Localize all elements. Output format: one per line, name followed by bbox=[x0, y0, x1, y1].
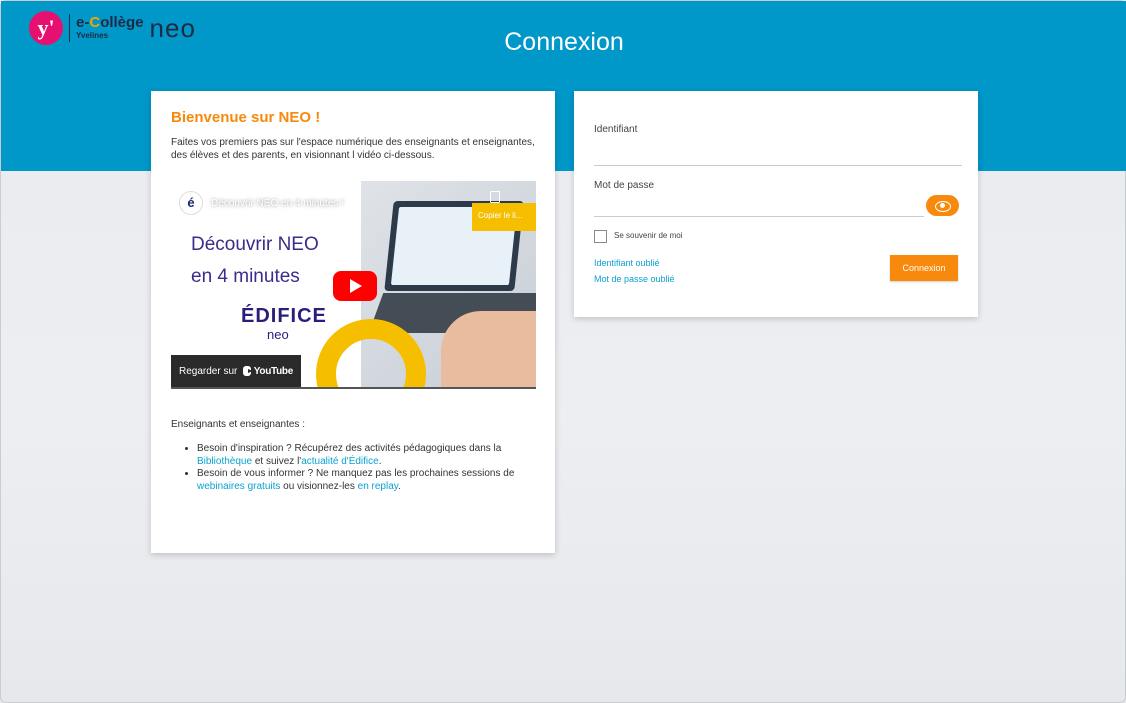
welcome-title: Bienvenue sur NEO ! bbox=[171, 109, 321, 126]
edifice-news-link[interactable]: actualité d'Édifice bbox=[301, 456, 379, 467]
resources-list: Besoin d'inspiration ? Récupérez des act… bbox=[197, 443, 535, 493]
identifier-label: Identifiant bbox=[594, 124, 638, 135]
video-headline-line2: en 4 minutes bbox=[191, 266, 300, 287]
youtube-icon bbox=[243, 366, 254, 376]
login-card: Identifiant Mot de passe Se souvenir de … bbox=[574, 91, 978, 317]
audience-heading: Enseignants et enseignantes : bbox=[171, 419, 305, 430]
free-webinars-link[interactable]: webinaires gratuits bbox=[197, 481, 280, 492]
password-input[interactable] bbox=[594, 196, 919, 214]
copy-link-button[interactable]: Copier le li... bbox=[472, 203, 536, 231]
forgot-password-link[interactable]: Mot de passe oublié bbox=[594, 274, 675, 284]
login-button[interactable]: Connexion bbox=[890, 255, 958, 281]
copy-link-icon[interactable] bbox=[490, 191, 500, 203]
list-item: Besoin d'inspiration ? Récupérez des act… bbox=[197, 443, 535, 468]
password-label: Mot de passe bbox=[594, 180, 655, 191]
video-headline-line1: Découvrir NEO bbox=[191, 234, 319, 255]
identifier-input[interactable] bbox=[594, 145, 954, 163]
welcome-card: Bienvenue sur NEO ! Faites vos premiers … bbox=[151, 91, 555, 553]
welcome-intro: Faites vos premiers pas sur l'espace num… bbox=[171, 137, 535, 161]
remember-me-label[interactable]: Se souvenir de moi bbox=[614, 231, 682, 240]
watch-on-youtube-button[interactable]: Regarder sur YouTube bbox=[171, 355, 301, 387]
show-password-eye-icon[interactable] bbox=[926, 195, 959, 216]
identifier-underline bbox=[594, 165, 962, 166]
video-header: é Découvrir NEO en 4 minutes ! bbox=[179, 191, 344, 215]
replay-link[interactable]: en replay bbox=[358, 481, 398, 492]
edifice-neo-logo: neo bbox=[267, 327, 289, 342]
hand-image bbox=[441, 311, 536, 387]
video-player[interactable]: Copier le li... é Découvrir NEO en 4 min… bbox=[171, 181, 536, 389]
list-item: Besoin de vous informer ? Ne manquez pas… bbox=[197, 468, 535, 493]
remember-me-checkbox[interactable] bbox=[594, 230, 607, 243]
library-link[interactable]: Bibliothèque bbox=[197, 456, 252, 467]
watch-on-label: Regarder sur bbox=[179, 365, 238, 377]
video-title[interactable]: Découvrir NEO en 4 minutes ! bbox=[211, 198, 344, 209]
forgot-identifier-link[interactable]: Identifiant oublié bbox=[594, 258, 660, 268]
channel-avatar[interactable]: é bbox=[179, 191, 203, 215]
password-underline bbox=[594, 216, 924, 217]
play-button-icon[interactable] bbox=[333, 271, 377, 301]
youtube-label: YouTube bbox=[253, 365, 294, 377]
edifice-logo: ÉDIFICE bbox=[241, 305, 327, 327]
page-title: Connexion bbox=[504, 28, 624, 56]
